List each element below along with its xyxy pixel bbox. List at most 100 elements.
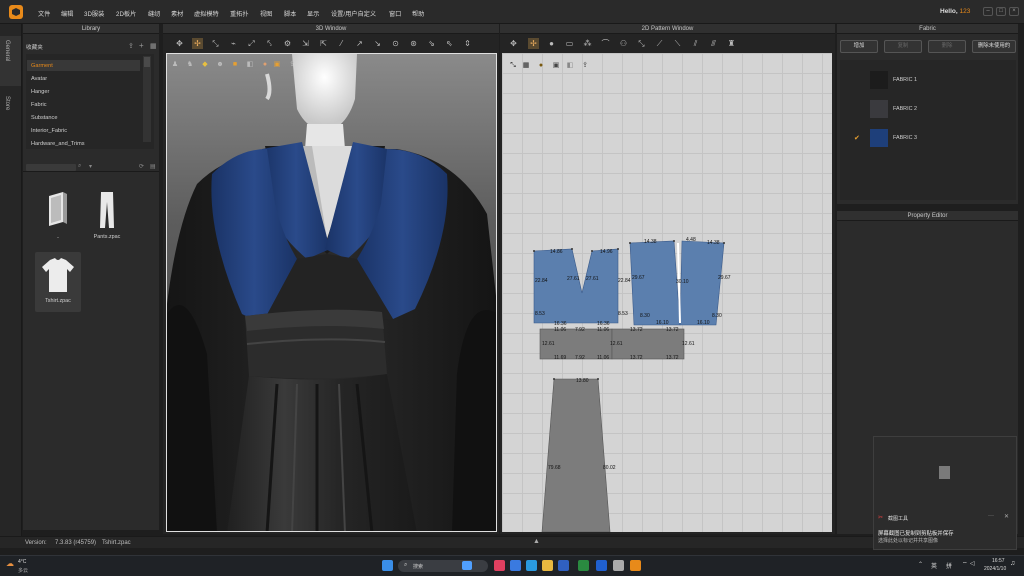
pattern-bodice-right-a[interactable] [629, 240, 681, 326]
library-scrollbar[interactable] [143, 56, 151, 142]
gather-tool-icon[interactable]: ⤣ [264, 38, 275, 49]
minimize-button[interactable]: – [983, 7, 993, 16]
library-item-interior-fabric[interactable]: Interior_Fabric [31, 128, 67, 134]
menu-display[interactable]: 显示 [307, 9, 319, 18]
skin-display-icon[interactable]: ● [260, 59, 270, 69]
2d-dart-icon[interactable]: ⚇ [618, 38, 629, 49]
library-item-hanger[interactable]: Hanger [31, 89, 49, 95]
file-thumb-pants[interactable] [85, 188, 129, 232]
2d-grid-icon[interactable]: ▦ [521, 60, 531, 70]
topstitch-tool-icon[interactable]: ⇘ [426, 38, 437, 49]
refresh-icon[interactable]: ⟳ [139, 163, 144, 170]
notification-bell-icon[interactable]: ♫ [1010, 560, 1015, 567]
library-item-garment[interactable]: Garment [31, 63, 53, 69]
garment-display-icon[interactable]: ♞ [185, 59, 195, 69]
side-tab-store[interactable]: Store [4, 96, 10, 110]
menu-3d-garment[interactable]: 3D服装 [84, 9, 104, 18]
menu-edit[interactable]: 编辑 [61, 9, 73, 18]
search-icon[interactable]: ⌕ [78, 163, 81, 170]
fabric-copy-button[interactable]: 复制 [884, 40, 922, 53]
menu-materials[interactable]: 素材 [171, 9, 183, 18]
menu-sewing[interactable]: 缝纫 [148, 9, 160, 18]
library-item-fabric[interactable]: Fabric [31, 102, 47, 108]
fabric-delete-unused-button[interactable]: 删除未使用的 [972, 40, 1016, 53]
notification-close-icon[interactable]: ✕ [1004, 513, 1009, 520]
pattern-bodice-left[interactable] [533, 248, 619, 324]
clo3d-taskbar-icon[interactable] [630, 560, 641, 571]
2d-select-icon[interactable]: ✥ [508, 38, 519, 49]
tray-ime[interactable]: 拼 [946, 561, 952, 570]
2d-rectangle-icon[interactable]: ▭ [564, 38, 575, 49]
app-icon-2[interactable] [510, 560, 521, 571]
library-item-substance[interactable]: Substance [31, 115, 57, 121]
select-tool-icon[interactable]: ✥ [174, 38, 185, 49]
menu-script[interactable]: 脚本 [284, 9, 296, 18]
fabric-3-swatch[interactable] [870, 129, 888, 147]
weather-temp[interactable]: 4°C [18, 559, 26, 565]
library-search-input[interactable] [26, 164, 76, 171]
pin-tool-icon[interactable]: ⤡ [210, 38, 221, 49]
file-label-parent[interactable]: .. [33, 234, 83, 240]
arrange-tool-icon[interactable]: ⤢ [246, 38, 257, 49]
more-options-icon[interactable]: ··· [988, 513, 994, 519]
menu-settings[interactable]: 设置/用户自定义 [331, 9, 376, 18]
2d-segment-sew-icon[interactable]: ⟍ [672, 38, 683, 49]
tray-language[interactable]: 英 [931, 561, 937, 570]
clock-date[interactable]: 2024/1/10 [984, 566, 1006, 572]
fabric-2-swatch[interactable] [870, 100, 888, 118]
file-explorer-icon[interactable] [542, 560, 553, 571]
2d-pattern-canvas[interactable]: 14.86 14.96 22.84 27.61 27.61 22.84 8.53… [502, 53, 832, 532]
texture-display-icon[interactable]: ◆ [200, 59, 210, 69]
clock-time[interactable]: 16:57 [992, 558, 1005, 564]
file-label-tshirt[interactable]: Tshirt.zpac [33, 298, 83, 304]
library-scroll-thumb[interactable] [144, 57, 150, 67]
light-icon[interactable]: ◧ [245, 59, 255, 69]
fabric-1-name[interactable]: FABRIC 1 [893, 77, 917, 83]
grid-view-icon[interactable]: ▦ [150, 42, 157, 50]
file-label-pants[interactable]: Pants.zpac [82, 234, 132, 240]
chevron-down-icon[interactable]: ▾ [89, 163, 92, 170]
menu-help[interactable]: 帮助 [412, 9, 424, 18]
add-icon[interactable]: + [139, 41, 144, 50]
render-mode-icon[interactable]: ■ [230, 59, 240, 69]
side-tab-general[interactable]: General [4, 40, 10, 61]
bounding-box-icon[interactable]: ▣ [272, 59, 282, 69]
fabric-add-button[interactable]: 增加 [840, 40, 878, 53]
app-icon-4[interactable] [596, 560, 607, 571]
2d-snapshot-icon[interactable]: ⇪ [580, 60, 590, 70]
steam-tool-icon[interactable]: ↗ [354, 38, 365, 49]
zipper-tool-icon[interactable]: ⊛ [408, 38, 419, 49]
2d-seam-icon[interactable]: ⟋ [654, 38, 665, 49]
2d-circle-icon[interactable]: ● [546, 38, 557, 49]
2d-layer-icon[interactable]: ▣ [551, 60, 561, 70]
3d-viewport[interactable] [166, 53, 497, 532]
edge-icon[interactable] [526, 560, 537, 571]
fabric-2-name[interactable]: FABRIC 2 [893, 106, 917, 112]
2d-arrange-icon[interactable]: ⤡ [508, 60, 518, 70]
2d-free-sew-icon[interactable]: ⫽ [690, 38, 701, 49]
tray-chevron-icon[interactable]: ⌃ [918, 561, 923, 568]
taskbar-search[interactable] [398, 560, 488, 572]
library-item-hardware[interactable]: Hardware_and_Trims [31, 141, 85, 147]
maximize-button[interactable]: □ [996, 7, 1006, 16]
menu-retopology[interactable]: 重拓扑 [230, 9, 249, 18]
avatar-display-icon[interactable]: ♟ [170, 59, 180, 69]
fold-tool-icon[interactable]: ⌁ [228, 38, 239, 49]
pattern-skirt[interactable] [541, 378, 611, 532]
fabric-1-swatch[interactable] [870, 71, 888, 89]
library-item-avatar[interactable]: Avatar [31, 76, 47, 82]
2d-sym-icon[interactable]: ◧ [565, 60, 575, 70]
weather-desc[interactable]: 多云 [18, 567, 28, 574]
sew-3d-tool-icon[interactable]: ⚙ [282, 38, 293, 49]
button-tool-icon[interactable]: ⊙ [390, 38, 401, 49]
user-greeting[interactable]: Hello, 123 [940, 8, 970, 15]
file-thumb-tshirt[interactable] [36, 254, 80, 298]
2d-polygon-icon[interactable]: ⁂ [582, 38, 593, 49]
list-view-icon[interactable]: ▤ [150, 163, 156, 170]
avatar-toggle-icon[interactable]: ☻ [215, 59, 225, 69]
screenshot-preview[interactable] [939, 466, 950, 479]
app-icon-1[interactable] [494, 560, 505, 571]
brush-tool-icon[interactable]: ⁄ [336, 38, 347, 49]
2d-curve-icon[interactable]: ⌒ [600, 38, 611, 49]
measure-tool-icon[interactable]: ⇱ [318, 38, 329, 49]
